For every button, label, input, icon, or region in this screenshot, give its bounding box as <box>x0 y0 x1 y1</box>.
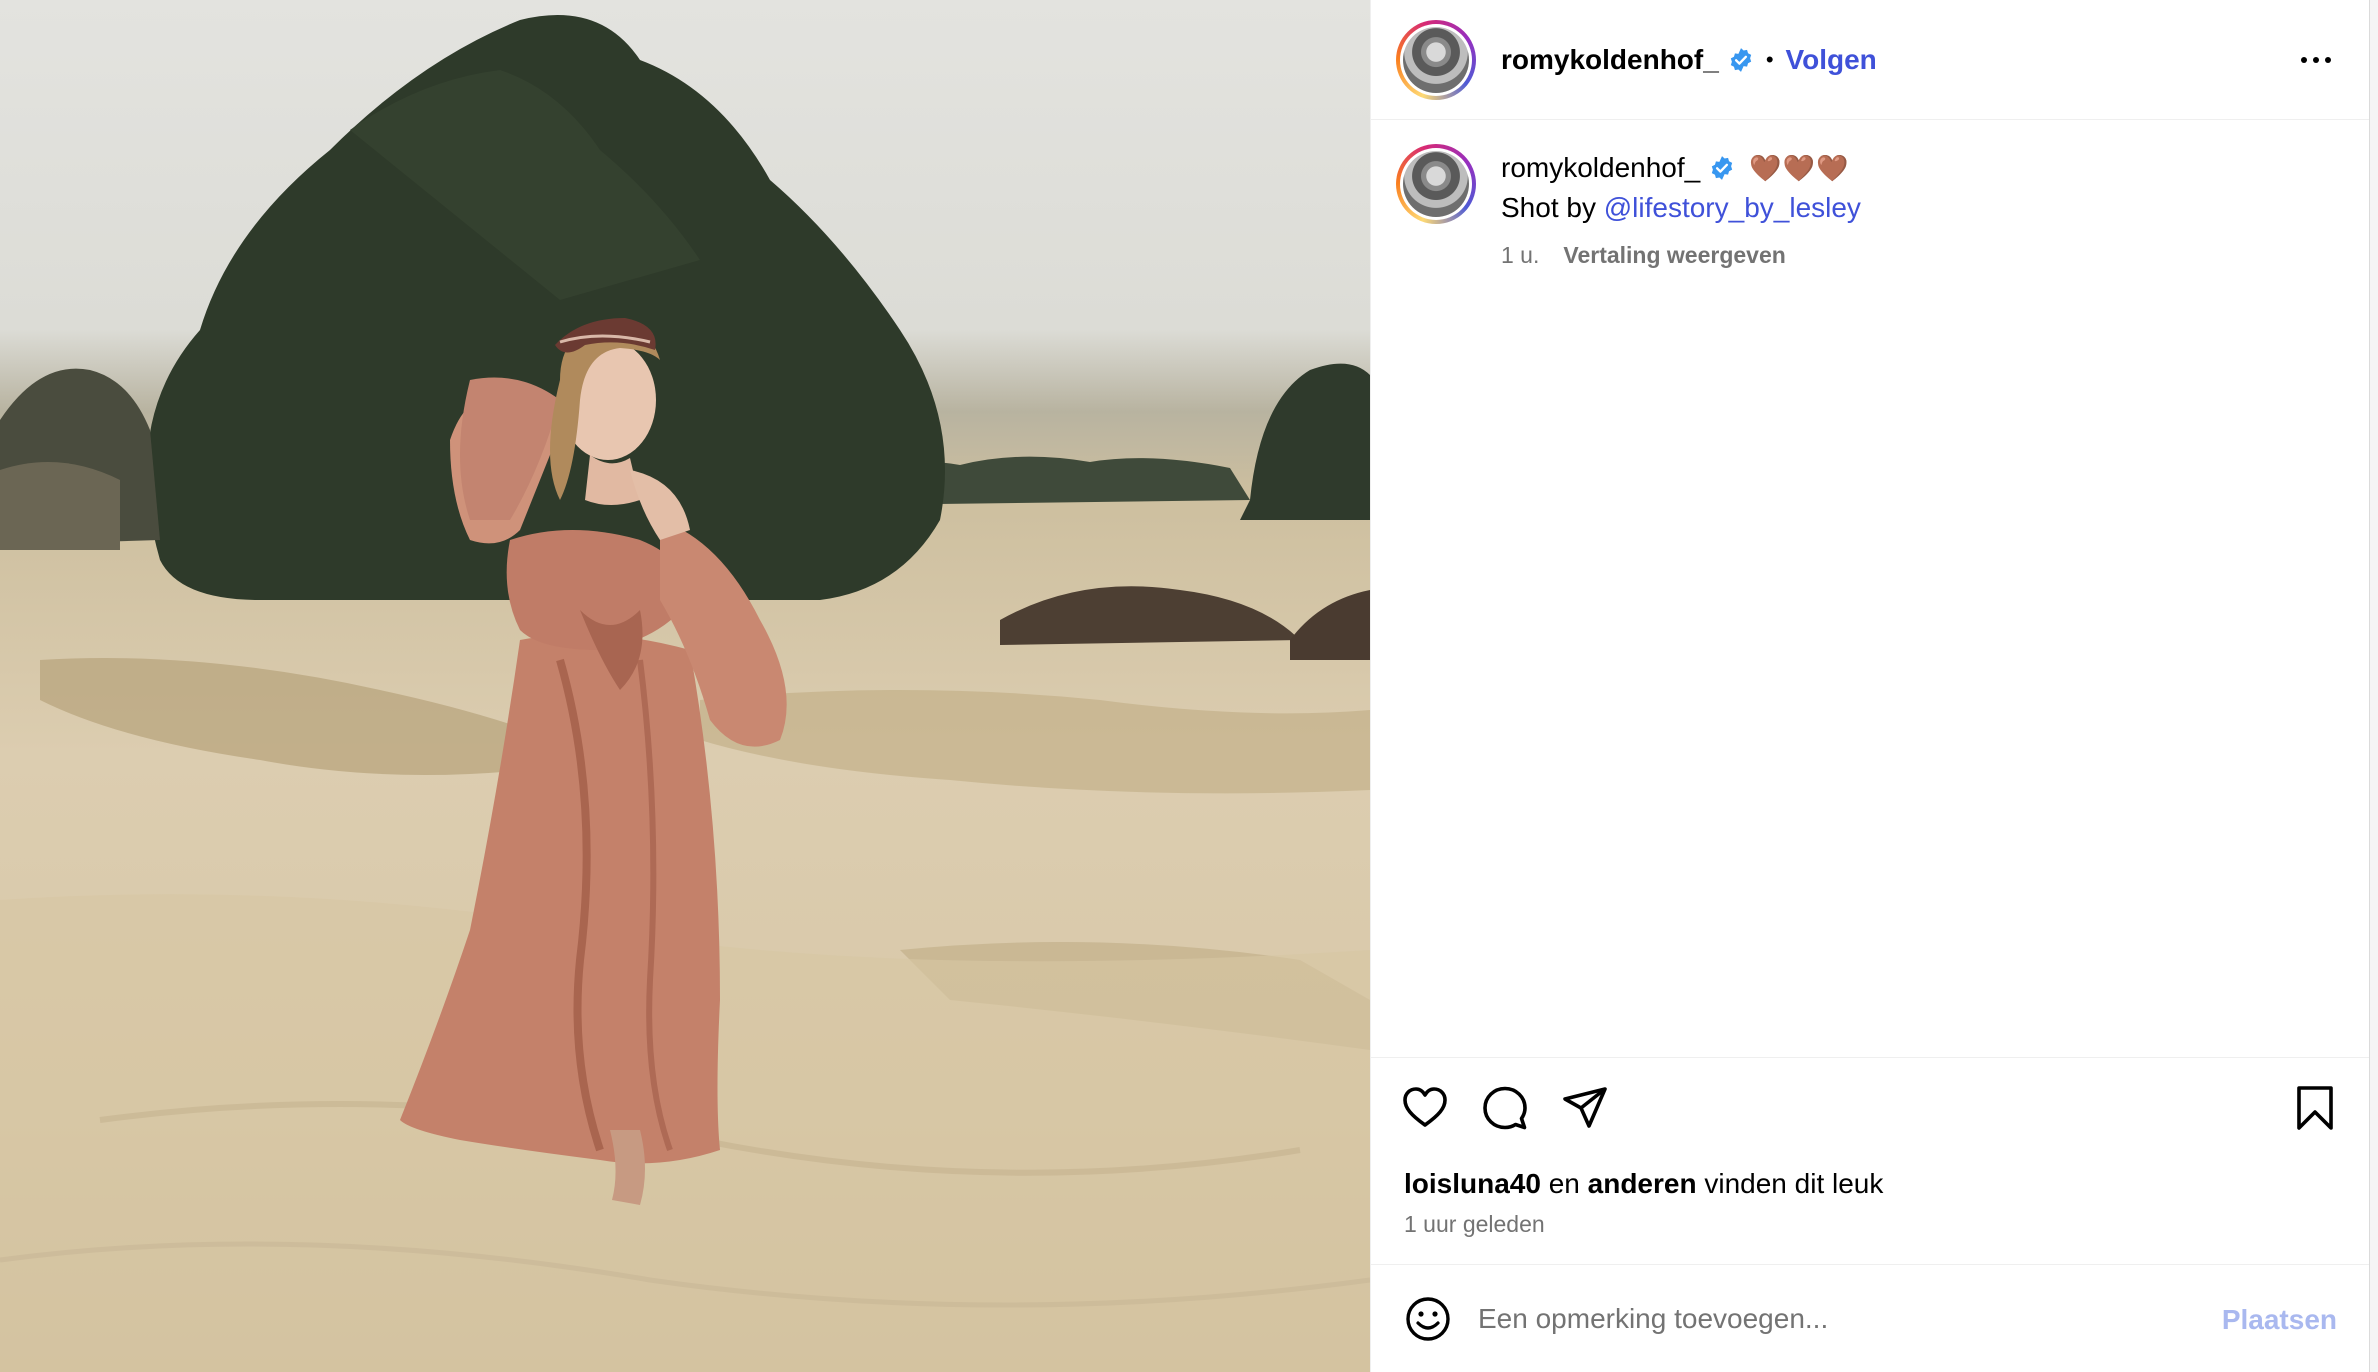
likes-suffix: vinden dit leuk <box>1696 1168 1884 1199</box>
post-actions <box>1401 1084 1609 1132</box>
bookmark-icon[interactable] <box>2291 1084 2339 1132</box>
likes-summary: loisluna40 en anderen vinden dit leuk <box>1404 1168 1883 1200</box>
post-photo[interactable] <box>0 0 1370 1372</box>
post-header: romykoldenhof_ • Volgen <box>1371 0 2370 120</box>
caption-meta: 1 u. Vertaling weergeven <box>1501 242 1861 269</box>
comment-bar: Plaatsen <box>1371 1264 2370 1372</box>
window-edge <box>2369 0 2378 1372</box>
comment-input[interactable] <box>1478 1302 2178 1335</box>
caption-author-username[interactable]: romykoldenhof_ <box>1501 152 1700 184</box>
caption-emojis: 🤎🤎🤎 <box>1749 152 1850 183</box>
show-translation-button[interactable]: Vertaling weergeven <box>1563 242 1785 269</box>
avatar-image <box>1403 151 1469 217</box>
caption-author-avatar[interactable] <box>1396 144 1476 224</box>
avatar-image <box>1403 26 1469 93</box>
post-timestamp[interactable]: 1 uur geleden <box>1404 1211 1545 1238</box>
photo-scene <box>0 15 1370 1372</box>
caption-text: Shot by @lifestory_by_lesley <box>1501 192 1861 224</box>
heart-icon[interactable] <box>1401 1084 1449 1132</box>
separator-dot: • <box>1765 46 1774 72</box>
paper-plane-icon[interactable] <box>1561 1084 1609 1132</box>
others-link[interactable]: anderen <box>1588 1168 1697 1199</box>
verified-badge-icon <box>1712 156 1733 180</box>
caption-mention-link[interactable]: @lifestory_by_lesley <box>1604 192 1861 223</box>
likes-joiner: en <box>1540 1168 1588 1199</box>
divider <box>1371 1057 2370 1058</box>
liker-username[interactable]: loisluna40 <box>1404 1168 1541 1199</box>
post-details-panel: romykoldenhof_ • Volgen romykoldenhof_ 🤎… <box>1370 0 2370 1372</box>
caption-age: 1 u. <box>1501 242 1540 268</box>
comment-bubble-icon[interactable] <box>1481 1084 1529 1132</box>
post-caption: romykoldenhof_ 🤎🤎🤎 Shot by @lifestory_by… <box>1396 144 1861 269</box>
author-avatar[interactable] <box>1396 19 1476 100</box>
verified-badge-icon <box>1730 47 1751 72</box>
follow-button[interactable]: Volgen <box>1786 44 1877 76</box>
author-username[interactable]: romykoldenhof_ <box>1501 44 1719 76</box>
post-comment-button[interactable]: Plaatsen <box>2222 1304 2337 1336</box>
more-options-icon[interactable] <box>2298 44 2334 76</box>
caption-prefix: Shot by <box>1501 192 1604 223</box>
smiley-icon[interactable] <box>1404 1295 1452 1343</box>
